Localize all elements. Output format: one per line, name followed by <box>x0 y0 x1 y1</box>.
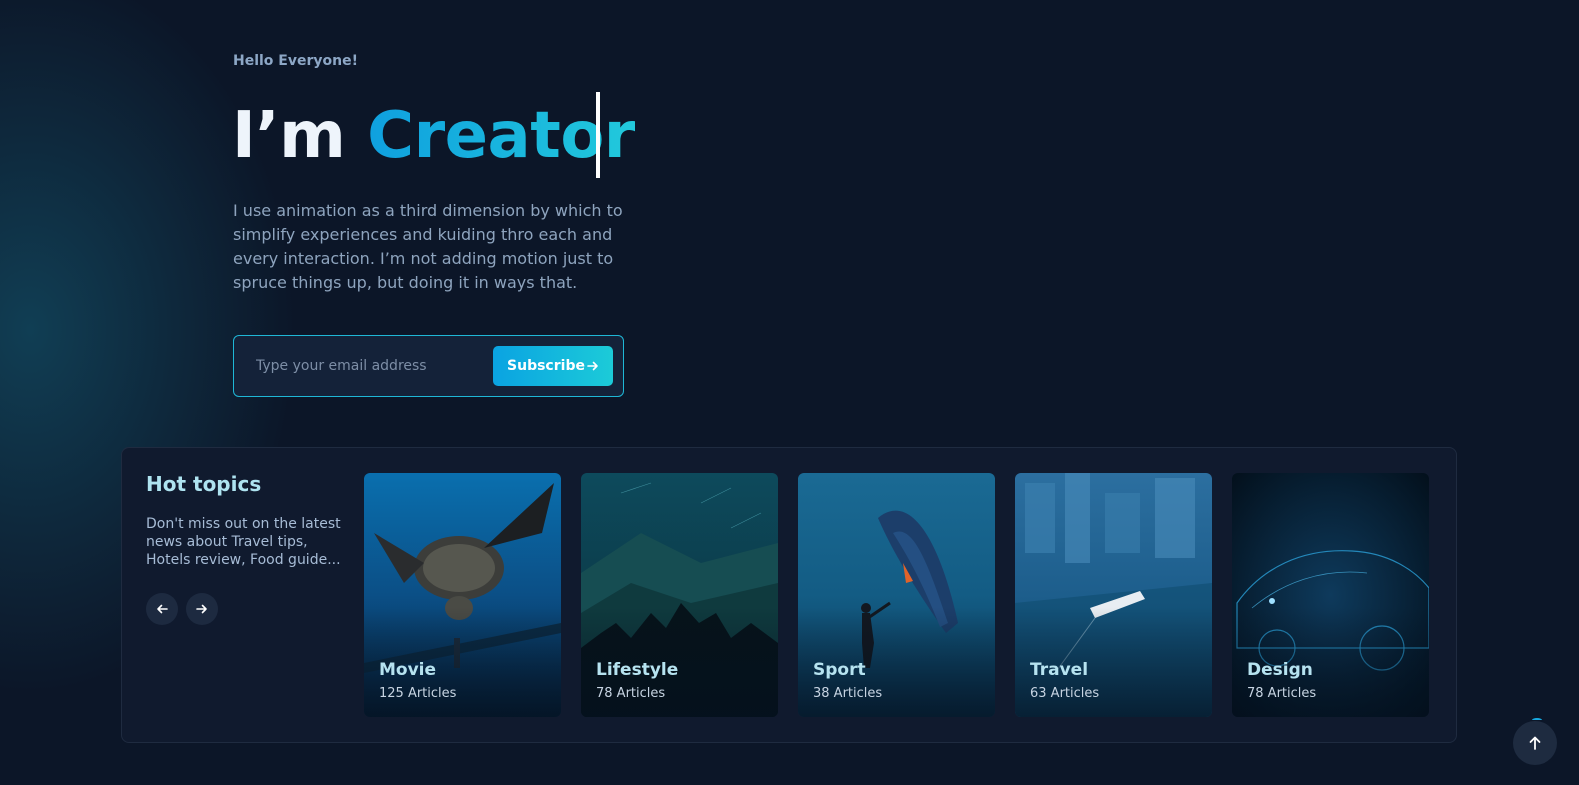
arrow-left-icon <box>157 604 168 614</box>
card-overlay <box>364 473 561 717</box>
arrow-right-icon <box>587 361 598 371</box>
hero-title-accent: Creator <box>367 99 635 173</box>
arrow-right-icon <box>196 604 207 614</box>
card-title: Travel <box>1030 660 1089 680</box>
card-overlay <box>1232 473 1429 717</box>
page: Hello Everyone! I’m Creator I use animat… <box>0 0 1579 785</box>
topic-card-sport[interactable]: Sport 38 Articles <box>798 473 995 717</box>
typing-cursor <box>596 92 600 178</box>
carousel-prev-button[interactable] <box>146 593 178 625</box>
carousel-next-button[interactable] <box>186 593 218 625</box>
hot-topics-title: Hot topics <box>146 472 262 496</box>
topic-card-travel[interactable]: Travel 63 Articles <box>1015 473 1212 717</box>
card-title: Sport <box>813 660 866 680</box>
topic-card-movie[interactable]: Movie 125 Articles <box>364 473 561 717</box>
card-article-count: 78 Articles <box>1247 686 1317 701</box>
email-input[interactable] <box>244 346 484 386</box>
hot-topics-panel: Hot topics Don't miss out on the latest … <box>121 447 1457 743</box>
hero-bio: I use animation as a third dimension by … <box>233 201 623 292</box>
topic-card-lifestyle[interactable]: Lifestyle 78 Articles <box>581 473 778 717</box>
card-article-count: 78 Articles <box>596 686 666 701</box>
subscribe-form: Subscribe <box>233 335 624 397</box>
subscribe-button[interactable]: Subscribe <box>493 346 613 386</box>
hero-greeting: Hello Everyone! <box>233 53 358 69</box>
card-title: Design <box>1247 660 1313 680</box>
card-overlay <box>581 473 778 717</box>
subscribe-button-label: Subscribe <box>507 358 585 374</box>
card-article-count: 63 Articles <box>1030 686 1100 701</box>
arrow-up-icon <box>1529 736 1541 750</box>
card-overlay <box>1015 473 1212 717</box>
hot-topics-description: Don't miss out on the latest news about … <box>146 516 341 568</box>
card-title: Movie <box>379 660 437 680</box>
card-article-count: 125 Articles <box>379 686 457 701</box>
card-article-count: 38 Articles <box>813 686 883 701</box>
card-title: Lifestyle <box>596 660 679 680</box>
card-overlay <box>798 473 995 717</box>
hero-title: I’m Creator <box>232 94 635 178</box>
topic-card-design[interactable]: Design 78 Articles <box>1232 473 1429 717</box>
scroll-to-top-button[interactable] <box>1513 721 1557 765</box>
hero-title-prefix: I’m <box>232 99 346 173</box>
